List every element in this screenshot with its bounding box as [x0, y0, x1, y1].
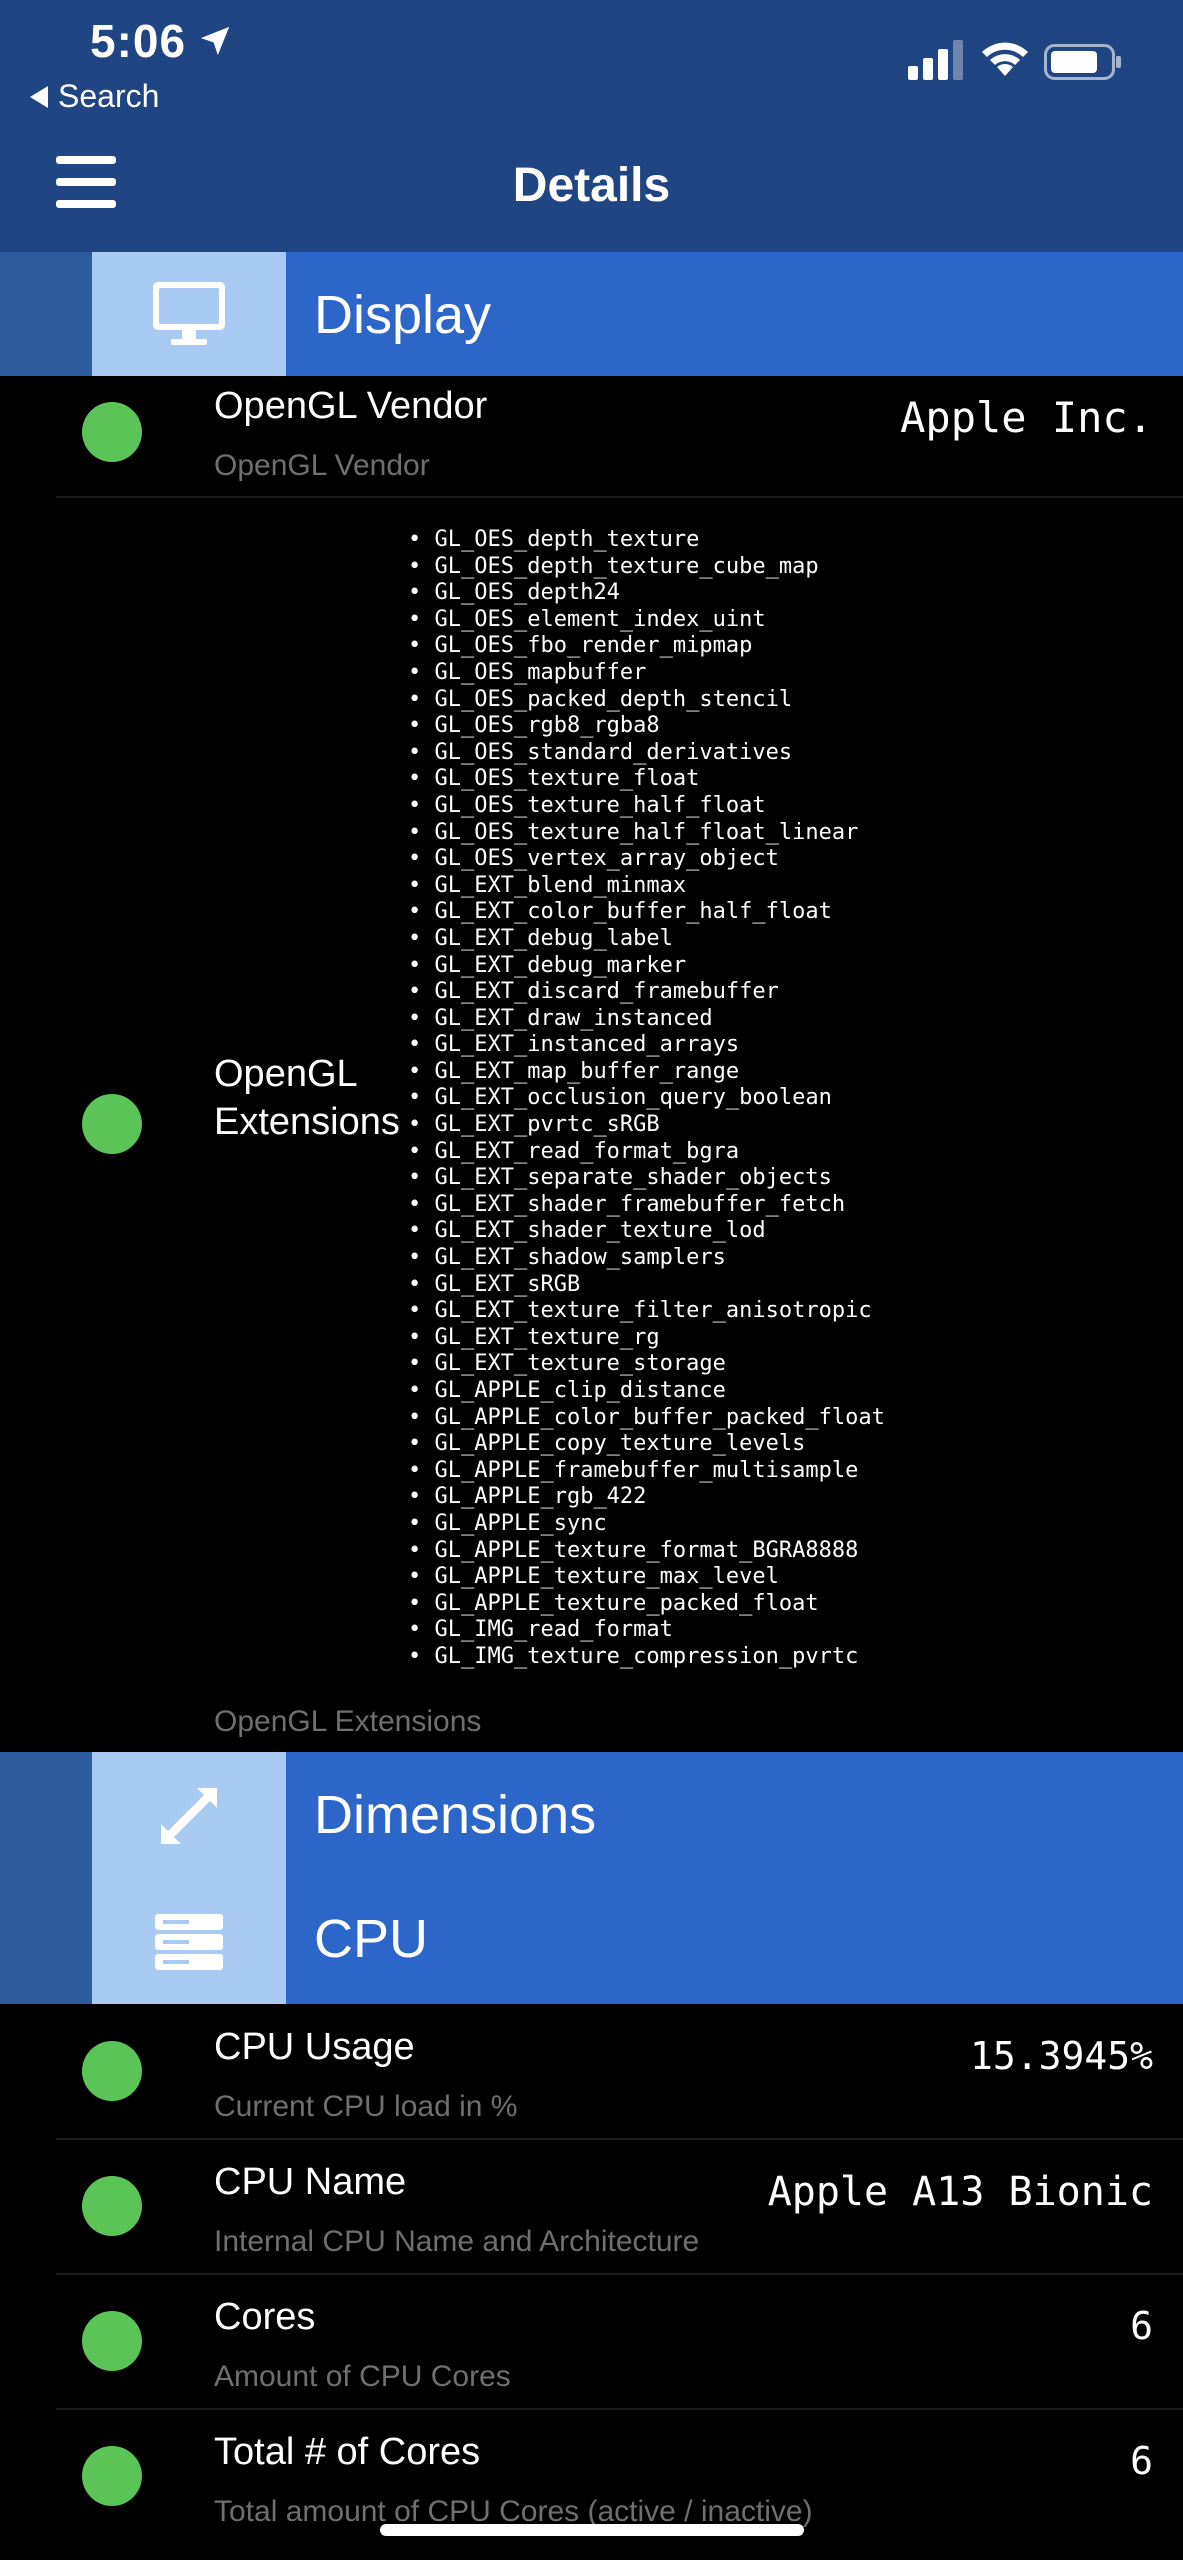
extension-item: GL_OES_texture_half_float [408, 793, 885, 820]
row-subtitle: OpenGL Extensions [214, 1705, 482, 1738]
page-title: Details [512, 159, 671, 212]
extension-item: GL_EXT_instanced_arrays [408, 1032, 885, 1059]
extension-item: GL_OES_standard_derivatives [408, 740, 885, 767]
section-label-dimensions: Dimensions [314, 1785, 597, 1845]
row-subtitle: Internal CPU Name and Architecture [214, 2225, 700, 2258]
extension-item: GL_APPLE_texture_packed_float [408, 1591, 885, 1618]
back-to-search-button[interactable]: Search [30, 78, 159, 115]
section-left-strip [0, 252, 92, 376]
extension-item: GL_IMG_read_format [408, 1617, 885, 1644]
extension-item: GL_OES_depth_texture_cube_map [408, 554, 885, 581]
section-icon-box [92, 1752, 286, 2004]
extension-item: GL_EXT_shader_texture_lod [408, 1218, 885, 1245]
extension-item: GL_APPLE_texture_max_level [408, 1564, 885, 1591]
row-subtitle: Current CPU load in % [214, 2090, 518, 2123]
row-value: 6 [1130, 2304, 1153, 2348]
extension-item: GL_APPLE_rgb_422 [408, 1484, 885, 1511]
extension-item: GL_EXT_debug_marker [408, 953, 885, 980]
extension-item: GL_APPLE_color_buffer_packed_float [408, 1405, 885, 1432]
extensions-list: GL_OES_depth_textureGL_OES_depth_texture… [408, 527, 885, 1671]
home-indicator[interactable] [380, 2524, 804, 2536]
extension-item: GL_OES_mapbuffer [408, 660, 885, 687]
extension-item: GL_EXT_debug_label [408, 926, 885, 953]
extension-item: GL_APPLE_framebuffer_multisample [408, 1458, 885, 1485]
row-value: 6 [1130, 2439, 1153, 2483]
extension-item: GL_EXT_texture_filter_anisotropic [408, 1298, 885, 1325]
top-bar: 5:06 Search Details [0, 0, 1183, 252]
row-divider [56, 496, 1183, 498]
extension-item: GL_EXT_color_buffer_half_float [408, 899, 885, 926]
section-left-strip [0, 1752, 92, 2004]
back-triangle-icon [30, 85, 48, 108]
extension-item: GL_OES_fbo_render_mipmap [408, 633, 885, 660]
row-title: Total # of Cores [214, 2431, 481, 2473]
extension-item: GL_EXT_texture_rg [408, 1325, 885, 1352]
row-title: OpenGL Vendor [214, 385, 488, 427]
extension-item: GL_EXT_texture_storage [408, 1351, 885, 1378]
row-title: CPU Name [214, 2161, 407, 2203]
section-label-cpu: CPU [314, 1909, 429, 1969]
extension-item: GL_APPLE_clip_distance [408, 1378, 885, 1405]
row-value: Apple A13 Bionic [767, 2169, 1153, 2215]
row-divider [56, 2138, 1183, 2140]
extension-item: GL_OES_texture_half_float_linear [408, 820, 885, 847]
extension-item: GL_OES_packed_depth_stencil [408, 687, 885, 714]
battery-icon [1044, 44, 1121, 80]
extension-item: GL_OES_depth24 [408, 580, 885, 607]
back-label: Search [58, 78, 160, 114]
row-subtitle: Amount of CPU Cores [214, 2360, 511, 2393]
section-label-display: Display [314, 285, 492, 345]
extension-item: GL_EXT_map_buffer_range [408, 1059, 885, 1086]
status-dot [82, 2041, 142, 2101]
extension-item: GL_EXT_shadow_samplers [408, 1245, 885, 1272]
row-title: CPU Usage [214, 2026, 415, 2068]
status-dot [82, 402, 142, 462]
status-dot [82, 2176, 142, 2236]
extension-item: GL_OES_rgb8_rgba8 [408, 713, 885, 740]
extension-item: GL_APPLE_sync [408, 1511, 885, 1538]
extension-item: GL_EXT_separate_shader_objects [408, 1165, 885, 1192]
status-dot [82, 2446, 142, 2506]
cellular-signal-icon [908, 40, 963, 80]
location-arrow-icon [200, 26, 230, 56]
row-title: Cores [214, 2296, 316, 2338]
row-title-line1: OpenGL [214, 1053, 358, 1095]
extension-item: GL_OES_depth_texture [408, 527, 885, 554]
extension-item: GL_APPLE_copy_texture_levels [408, 1431, 885, 1458]
extension-item: GL_OES_vertex_array_object [408, 846, 885, 873]
row-title: OpenGL Extensions [214, 1050, 400, 1146]
extension-item: GL_APPLE_texture_format_BGRA8888 [408, 1538, 885, 1565]
extension-item: GL_EXT_discard_framebuffer [408, 979, 885, 1006]
monitor-icon [153, 282, 225, 345]
section-icon-box [92, 252, 286, 376]
row-value: 15.3945% [969, 2034, 1153, 2078]
status-time: 5:06 [90, 15, 187, 67]
row-value: Apple Inc. [900, 393, 1153, 442]
wifi-icon [982, 42, 1028, 76]
expand-arrows-icon [161, 1788, 217, 1844]
server-stack-icon [155, 1914, 223, 1970]
row-subtitle: OpenGL Vendor [214, 449, 430, 482]
extension-item: GL_EXT_read_format_bgra [408, 1139, 885, 1166]
row-divider [56, 2408, 1183, 2410]
extension-item: GL_EXT_shader_framebuffer_fetch [408, 1192, 885, 1219]
row-title-line2: Extensions [214, 1101, 400, 1143]
extension-item: GL_IMG_texture_compression_pvrtc [408, 1644, 885, 1671]
status-dot [82, 1094, 142, 1154]
row-divider [56, 2273, 1183, 2275]
extension-item: GL_EXT_pvrtc_sRGB [408, 1112, 885, 1139]
extension-item: GL_OES_texture_float [408, 766, 885, 793]
extension-item: GL_EXT_occlusion_query_boolean [408, 1085, 885, 1112]
extension-item: GL_EXT_blend_minmax [408, 873, 885, 900]
extension-item: GL_EXT_draw_instanced [408, 1006, 885, 1033]
status-dot [82, 2311, 142, 2371]
extension-item: GL_EXT_sRGB [408, 1272, 885, 1299]
extension-item: GL_OES_element_index_uint [408, 607, 885, 634]
